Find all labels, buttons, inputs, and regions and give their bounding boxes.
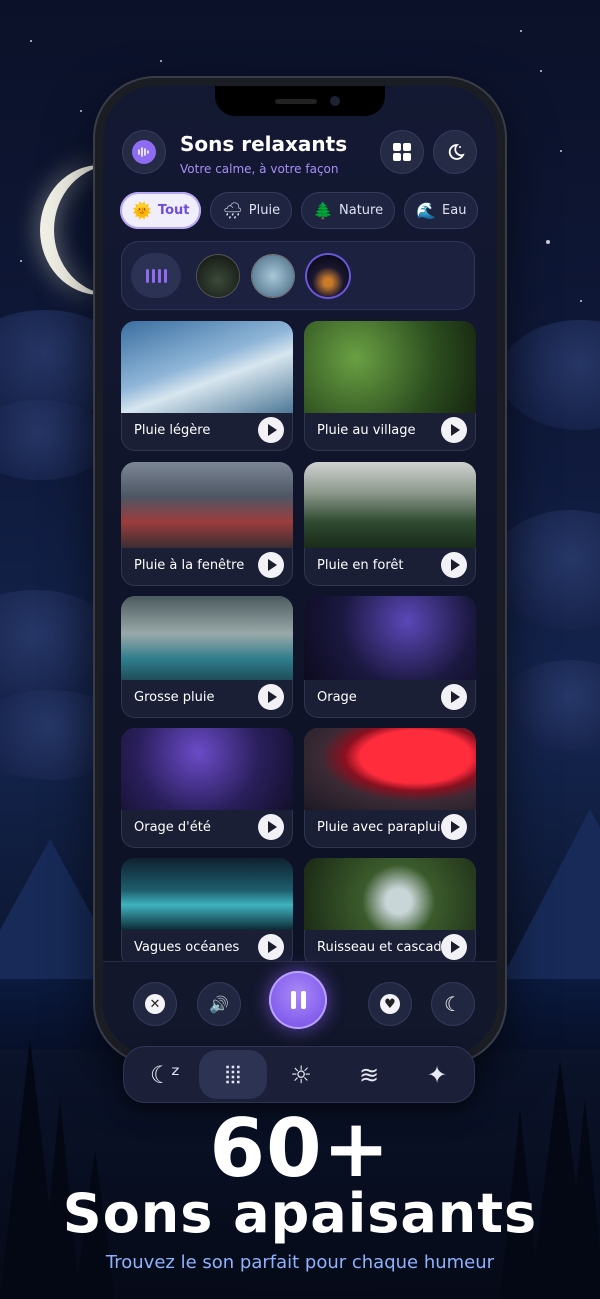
sound-card[interactable]: Pluie légère bbox=[121, 321, 293, 451]
grid-icon bbox=[393, 143, 411, 161]
sound-card[interactable]: Pluie avec parapluie bbox=[304, 728, 476, 848]
chip-eau[interactable]: 🌊 Eau bbox=[404, 192, 479, 229]
chip-tout[interactable]: 🌞 Tout bbox=[120, 192, 202, 229]
tab-sleep[interactable]: ☾ᶻ bbox=[131, 1050, 199, 1099]
sound-card[interactable]: Pluie en forêt bbox=[304, 462, 476, 586]
equalizer-button[interactable] bbox=[131, 253, 181, 298]
chip-pluie[interactable]: 🌧 Pluie bbox=[210, 192, 293, 229]
tree-icon: 🌲 bbox=[313, 201, 334, 220]
play-icon[interactable] bbox=[258, 814, 284, 840]
heart-icon: ♥ bbox=[380, 994, 400, 1014]
moon-icon: ☾ bbox=[444, 992, 462, 1016]
app-title: Sons relaxants bbox=[180, 132, 348, 156]
play-icon[interactable] bbox=[441, 684, 467, 710]
sun-icon: 🌞 bbox=[132, 201, 152, 220]
sound-card[interactable]: Pluie au village bbox=[304, 321, 476, 451]
favorite-button[interactable]: ♥ bbox=[368, 982, 412, 1026]
app-logo-button[interactable] bbox=[122, 130, 166, 174]
tab-magic[interactable]: ✦ bbox=[403, 1050, 471, 1099]
play-icon[interactable] bbox=[441, 814, 467, 840]
play-icon[interactable] bbox=[258, 552, 284, 578]
sound-card[interactable]: Ruisseau et cascade bbox=[304, 858, 476, 968]
tab-breathe[interactable]: ≋ bbox=[335, 1050, 403, 1099]
mix-thumb-water[interactable] bbox=[252, 255, 294, 297]
wind-icon: ≋ bbox=[358, 1060, 380, 1089]
app-screen: Sons relaxants Votre calme, à votre faço… bbox=[103, 86, 497, 1055]
sound-card[interactable]: Orage d'été bbox=[121, 728, 293, 848]
sound-card[interactable]: Grosse pluie bbox=[121, 596, 293, 718]
sound-wave-icon bbox=[132, 140, 156, 164]
close-icon: ✕ bbox=[145, 994, 165, 1014]
play-icon[interactable] bbox=[441, 934, 467, 960]
sleep-timer-button[interactable]: ☾ bbox=[431, 982, 475, 1026]
play-icon[interactable] bbox=[258, 417, 284, 443]
waveform-icon: ⦙⦙⦙ bbox=[224, 1060, 242, 1089]
grid-view-button[interactable] bbox=[380, 130, 424, 174]
mix-thumb-forest[interactable] bbox=[197, 255, 239, 297]
app-subtitle: Votre calme, à votre façon bbox=[180, 162, 339, 176]
stop-button[interactable]: ✕ bbox=[133, 982, 177, 1026]
sound-card[interactable]: Vagues océanes bbox=[121, 858, 293, 968]
sleep-moon-icon: ☾ᶻ bbox=[149, 1060, 181, 1089]
sun-icon: ☼ bbox=[290, 1060, 312, 1089]
chip-nature[interactable]: 🌲 Nature bbox=[301, 192, 396, 229]
rain-cloud-icon: 🌧 bbox=[222, 201, 243, 220]
tab-sounds[interactable]: ⦙⦙⦙ bbox=[199, 1050, 267, 1099]
tab-light[interactable]: ☼ bbox=[267, 1050, 335, 1099]
volume-button[interactable]: 🔊 bbox=[197, 982, 241, 1026]
bottom-tab-bar: ☾ᶻ ⦙⦙⦙ ☼ ≋ ✦ bbox=[123, 1046, 475, 1103]
volume-icon: 🔊 bbox=[209, 994, 229, 1014]
active-mix-bar bbox=[121, 241, 475, 310]
magic-wand-icon: ✦ bbox=[426, 1060, 448, 1089]
category-filter: 🌞 Tout 🌧 Pluie 🌲 Nature 🌊 Eau bbox=[120, 192, 479, 229]
phone-mockup: Sons relaxants Votre calme, à votre faço… bbox=[95, 78, 505, 1063]
play-icon[interactable] bbox=[258, 934, 284, 960]
hero-subtitle: Trouvez le son parfait pour chaque humeu… bbox=[105, 1252, 495, 1273]
moon-stars-icon bbox=[448, 144, 465, 160]
player-bar: ✕ 🔊 ♥ ☾ bbox=[103, 961, 497, 1055]
play-icon[interactable] bbox=[441, 417, 467, 443]
wave-icon: 🌊 bbox=[416, 201, 437, 220]
hero-title: Sons apaisants bbox=[62, 1182, 538, 1245]
mix-thumb-campfire[interactable] bbox=[307, 255, 349, 297]
play-icon[interactable] bbox=[258, 684, 284, 710]
pause-button[interactable] bbox=[269, 971, 327, 1029]
sound-card[interactable]: Pluie à la fenêtre bbox=[121, 462, 293, 586]
notch bbox=[215, 86, 385, 116]
play-icon[interactable] bbox=[441, 552, 467, 578]
sound-card[interactable]: Orage bbox=[304, 596, 476, 718]
night-mode-button[interactable] bbox=[433, 130, 477, 174]
